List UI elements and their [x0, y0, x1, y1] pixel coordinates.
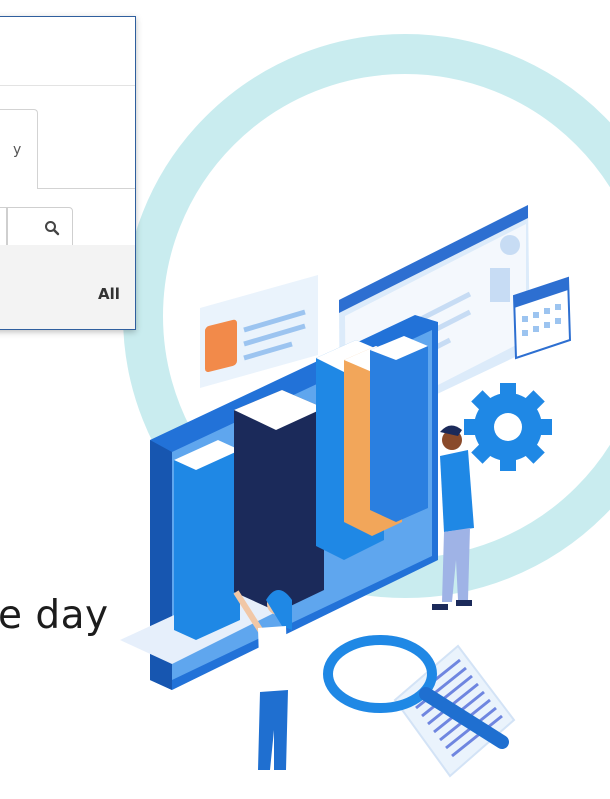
gear-icon [464, 383, 552, 471]
tab-underline [38, 188, 135, 189]
card-header [0, 17, 135, 86]
tab-label: y [13, 142, 22, 158]
search-ui-card: y All [0, 16, 136, 330]
search-icon [45, 221, 60, 236]
tab-item[interactable]: y [0, 109, 38, 189]
filter-dropdown-value[interactable]: All [98, 285, 120, 303]
filter-row: All [0, 245, 135, 329]
tagline-text: e day [0, 593, 109, 638]
